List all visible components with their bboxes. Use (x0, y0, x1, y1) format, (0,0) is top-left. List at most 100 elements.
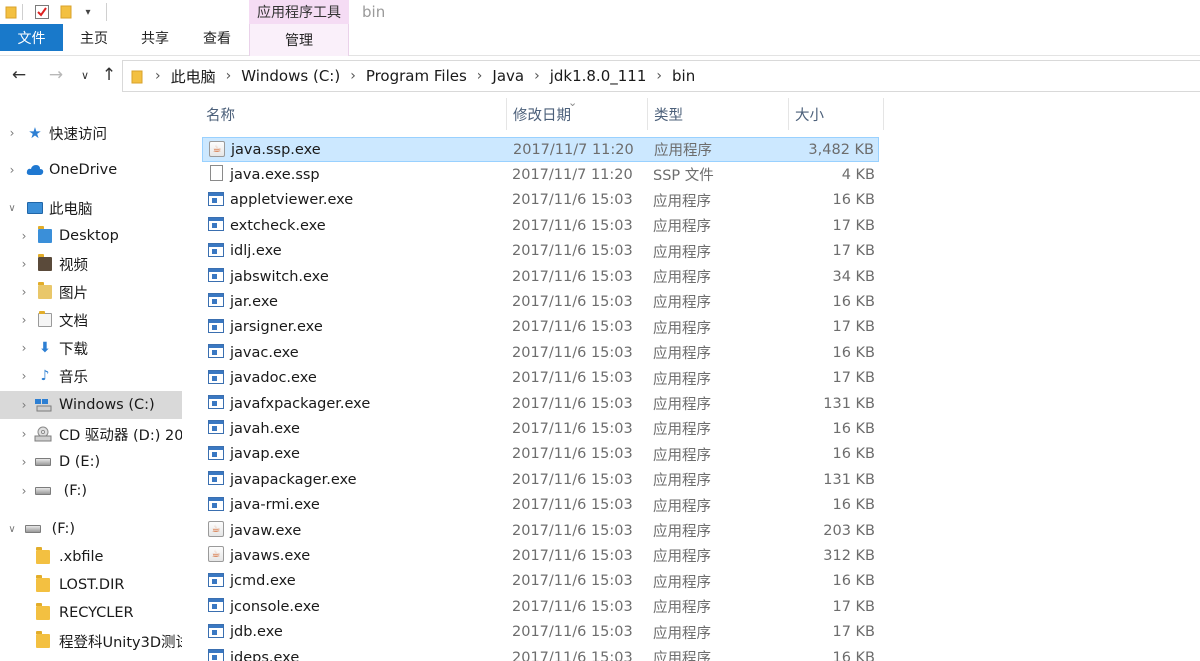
file-type: 应用程序 (653, 371, 711, 388)
chevron-right-icon[interactable]: › (18, 285, 30, 299)
folder-quick-icon[interactable] (4, 2, 18, 22)
tab-manage[interactable]: 管理 (249, 24, 349, 56)
recent-locations-chevron-icon[interactable]: ∨ (74, 64, 96, 86)
nav-item-this-pc[interactable]: ∨ 此电脑 (0, 194, 182, 222)
nav-item-quick-access[interactable]: › ★ 快速访问 (0, 119, 182, 147)
breadcrumb-windows-c[interactable]: Windows (C:) (241, 67, 340, 85)
nav-item-cd-drive[interactable]: › CD 驱动器 (D:) 201 (0, 420, 182, 448)
chevron-right-icon[interactable]: › (350, 68, 356, 84)
file-row[interactable]: ☕ javaws.exe 2017/11/6 15:03 应用程序 312 KB (202, 543, 879, 568)
chevron-right-icon[interactable]: › (18, 369, 30, 383)
file-row[interactable]: javapackager.exe 2017/11/6 15:03 应用程序 131 K… (202, 467, 879, 492)
column-header-type[interactable]: 类型 (648, 98, 788, 130)
file-row[interactable]: jarsigner.exe 2017/11/6 15:03 应用程序 17 KB (202, 315, 879, 340)
file-row[interactable]: java-rmi.exe 2017/11/6 15:03 应用程序 16 KB (202, 493, 879, 518)
qa-dropdown-icon[interactable]: ▾ (80, 2, 96, 22)
file-row[interactable]: javah.exe 2017/11/6 15:03 应用程序 16 KB (202, 416, 879, 441)
nav-item-unity-test[interactable]: 程登科Unity3D测试 (0, 627, 182, 655)
chevron-right-icon[interactable]: › (6, 163, 18, 177)
chevron-right-icon[interactable]: › (18, 341, 30, 355)
nav-item-documents[interactable]: › 文档 (0, 306, 182, 334)
up-arrow-icon[interactable]: ↑ (98, 64, 120, 86)
nav-item-drive-e[interactable]: › D (E:) (0, 448, 182, 476)
file-type: 应用程序 (653, 270, 711, 286)
chevron-right-icon[interactable]: › (18, 257, 30, 271)
nav-item-desktop[interactable]: › Desktop (0, 222, 182, 250)
file-row[interactable]: jdb.exe 2017/11/6 15:03 应用程序 17 KB (202, 620, 879, 645)
chevron-right-icon[interactable]: › (18, 455, 30, 469)
file-row[interactable]: ☕ javaw.exe 2017/11/6 15:03 应用程序 203 KB (202, 518, 879, 543)
address-bar[interactable]: › 此电脑 › Windows (C:) › Program Files › J… (122, 60, 1200, 92)
chevron-right-icon[interactable]: › (226, 68, 232, 84)
file-size: 16 KB (832, 192, 875, 209)
chevron-down-icon[interactable]: ∨ (6, 523, 18, 535)
file-row[interactable]: jconsole.exe 2017/11/6 15:03 应用程序 17 KB (202, 594, 879, 619)
forward-arrow-icon[interactable]: → (45, 64, 67, 86)
file-size: 17 KB (832, 370, 875, 387)
exe-icon (208, 318, 226, 336)
file-row[interactable]: java.exe.ssp 2017/11/7 11:20 SSP 文件 4 KB (202, 162, 879, 187)
breadcrumb-java[interactable]: Java (492, 67, 524, 85)
back-arrow-icon[interactable]: ← (8, 64, 30, 86)
file-date: 2017/11/6 15:03 (512, 446, 633, 463)
exe-icon (208, 623, 226, 641)
file-row[interactable]: jar.exe 2017/11/6 15:03 应用程序 16 KB (202, 289, 879, 314)
chevron-right-icon[interactable]: › (534, 68, 540, 84)
nav-item-drive-f[interactable]: › (F:) (0, 477, 182, 505)
file-row[interactable]: javac.exe 2017/11/6 15:03 应用程序 16 KB (202, 340, 879, 365)
file-list: ☕ java.ssp.exe 2017/11/7 11:20 应用程序 3,482 KB… (188, 136, 888, 661)
drive-icon (34, 453, 52, 471)
file-name: javafxpackager.exe (230, 395, 371, 412)
chevron-right-icon[interactable]: › (18, 484, 30, 498)
nav-item-music[interactable]: › ♪ 音乐 (0, 362, 182, 390)
nav-item-drive-f-expanded[interactable]: ∨ (F:) (0, 515, 182, 543)
file-row[interactable]: appletviewer.exe 2017/11/6 15:03 应用程序 16 KB (202, 188, 879, 213)
nav-label: (F:) (59, 483, 88, 499)
breadcrumb-jdk[interactable]: jdk1.8.0_111 (550, 67, 647, 85)
folder-icon (131, 68, 145, 84)
exe-icon (208, 572, 226, 590)
file-row[interactable]: javadoc.exe 2017/11/6 15:03 应用程序 17 KB (202, 366, 879, 391)
file-row[interactable]: extcheck.exe 2017/11/6 15:03 应用程序 17 KB (202, 213, 879, 238)
nav-item-windows-c[interactable]: › Windows (C:) (0, 391, 182, 419)
column-header-name[interactable]: 名称 (200, 98, 506, 130)
nav-item-pictures[interactable]: › 图片 (0, 278, 182, 306)
nav-item-lost-dir[interactable]: LOST.DIR (0, 571, 182, 599)
tab-home[interactable]: 主页 (68, 24, 120, 52)
file-row[interactable]: jcmd.exe 2017/11/6 15:03 应用程序 16 KB (202, 569, 879, 594)
file-row[interactable]: javafxpackager.exe 2017/11/6 15:03 应用程序 131… (202, 391, 879, 416)
breadcrumb-this-pc[interactable]: 此电脑 (171, 66, 216, 87)
new-folder-icon[interactable] (58, 2, 74, 22)
nav-item-onedrive[interactable]: › OneDrive (0, 156, 182, 184)
file-row[interactable]: jabswitch.exe 2017/11/6 15:03 应用程序 34 KB (202, 264, 879, 289)
chevron-down-icon[interactable]: ∨ (6, 202, 18, 214)
properties-icon[interactable] (33, 2, 51, 22)
file-name: jcmd.exe (230, 573, 296, 590)
nav-item-downloads[interactable]: › ⬇ 下载 (0, 334, 182, 362)
file-type: 应用程序 (653, 422, 711, 439)
file-row[interactable]: jdeps.exe 2017/11/6 15:03 应用程序 16 KB (202, 645, 879, 661)
nav-item-recycler[interactable]: RECYCLER (0, 599, 182, 627)
breadcrumb-program-files[interactable]: Program Files (366, 67, 467, 85)
chevron-right-icon[interactable]: › (477, 68, 483, 84)
file-row[interactable]: idlj.exe 2017/11/6 15:03 应用程序 17 KB (202, 239, 879, 264)
file-row[interactable]: javap.exe 2017/11/6 15:03 应用程序 16 KB (202, 442, 879, 467)
chevron-right-icon[interactable]: › (656, 68, 662, 84)
tab-share[interactable]: 共享 (128, 24, 182, 52)
chevron-right-icon[interactable]: › (18, 398, 30, 412)
chevron-right-icon[interactable]: › (18, 313, 30, 327)
breadcrumb-bin[interactable]: bin (672, 67, 695, 85)
nav-item-videos[interactable]: › 视频 (0, 250, 182, 278)
qa-separator (106, 3, 107, 21)
column-header-size[interactable]: 大小 (789, 98, 883, 130)
file-row[interactable]: ☕ java.ssp.exe 2017/11/7 11:20 应用程序 3,482 KB (202, 137, 879, 162)
nav-item-xbfile[interactable]: .xbfile (0, 543, 182, 571)
chevron-right-icon[interactable]: › (6, 126, 18, 140)
chevron-right-icon[interactable]: › (18, 427, 30, 441)
chevron-right-icon[interactable]: › (18, 229, 30, 243)
column-divider[interactable] (883, 98, 884, 130)
file-size: 16 KB (832, 293, 875, 310)
tab-view[interactable]: 查看 (190, 24, 244, 52)
nav-label: CD 驱动器 (D:) 201 (59, 427, 182, 444)
tab-file[interactable]: 文件 (0, 24, 63, 51)
